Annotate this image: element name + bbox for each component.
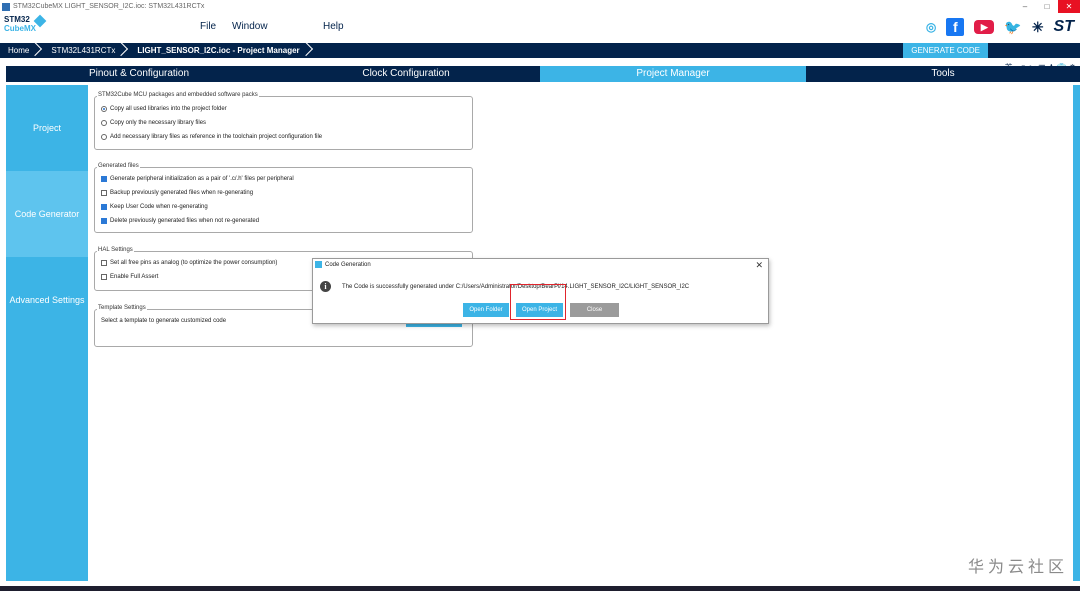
checkbox-backup-files[interactable]: Backup previously generated files when r… (101, 190, 253, 196)
checkbox-keep-user-code[interactable]: Keep User Code when re-generating (101, 204, 208, 210)
twitter-icon[interactable]: 🐦 (1004, 17, 1021, 37)
dialog-app-icon (315, 261, 322, 268)
right-edge-bar (1073, 85, 1080, 581)
packages-group: STM32Cube MCU packages and embedded soft… (94, 92, 473, 150)
close-window-button[interactable]: ✕ (1058, 0, 1080, 13)
open-folder-button[interactable]: Open Folder (463, 303, 509, 317)
main-tabs: Pinout & Configuration Clock Configurati… (6, 66, 1080, 82)
tab-pinout[interactable]: Pinout & Configuration (6, 66, 272, 82)
breadcrumb-project[interactable]: LIGHT_SENSOR_I2C.ioc - Project Manager (123, 43, 307, 58)
tab-project-manager[interactable]: Project Manager (540, 66, 806, 82)
radio-add-reference[interactable]: Add necessary library files as reference… (101, 134, 322, 140)
watermark: 华为云社区 (967, 559, 1068, 576)
anniversary-icon[interactable]: ◎ (926, 17, 936, 37)
generate-code-button[interactable]: GENERATE CODE (903, 43, 988, 58)
sidebar-item-project[interactable]: Project (6, 85, 88, 171)
packages-legend: STM32Cube MCU packages and embedded soft… (97, 92, 259, 98)
template-settings-legend: Template Settings (97, 305, 147, 311)
menu-file[interactable]: File (200, 21, 216, 32)
info-icon: i (320, 281, 331, 292)
social-links: ◎ f ▶ 🐦 ✳ ST (926, 17, 1074, 37)
checkbox-free-pins-analog[interactable]: Set all free pins as analog (to optimize… (101, 260, 277, 266)
radio-copy-necessary[interactable]: Copy only the necessary library files (101, 120, 206, 126)
youtube-icon[interactable]: ▶ (974, 20, 995, 34)
checkbox-generate-peripheral[interactable]: Generate peripheral initialization as a … (101, 176, 294, 182)
hal-settings-legend: HAL Settings (97, 247, 134, 253)
menu-bar: STM32 CubeMX File Window Help ◎ f ▶ 🐦 ✳ … (0, 13, 1080, 43)
window-controls: – □ ✕ (1014, 0, 1080, 13)
menu-window[interactable]: Window (232, 21, 268, 32)
template-description: Select a template to generate customized… (101, 318, 227, 324)
dialog-close-icon[interactable]: ✕ (755, 260, 763, 271)
window-titlebar: STM32CubeMX LIGHT_SENSOR_I2C.ioc: STM32L… (0, 0, 1080, 13)
window-title: STM32CubeMX LIGHT_SENSOR_I2C.ioc: STM32L… (13, 3, 205, 10)
stm32cubemx-logo: STM32 CubeMX (4, 14, 50, 41)
generated-files-legend: Generated files (97, 163, 140, 169)
breadcrumb-home[interactable]: Home (0, 43, 37, 58)
tab-clock[interactable]: Clock Configuration (272, 66, 540, 82)
tab-tools[interactable]: Tools (806, 66, 1080, 82)
menu-help[interactable]: Help (323, 21, 344, 32)
breadcrumb: Home STM32L431RCTx LIGHT_SENSOR_I2C.ioc … (0, 43, 1080, 58)
dialog-titlebar: Code Generation (315, 261, 371, 268)
generated-files-group: Generated files Generate peripheral init… (94, 163, 473, 233)
open-project-highlight-box (510, 284, 566, 320)
breadcrumb-mcu[interactable]: STM32L431RCTx (37, 43, 123, 58)
project-manager-sidebar: Project Code Generator Advanced Settings (6, 85, 88, 581)
maximize-button[interactable]: □ (1036, 0, 1058, 13)
checkbox-full-assert[interactable]: Enable Full Assert (101, 274, 158, 280)
close-dialog-button[interactable]: Close (570, 303, 619, 317)
sidebar-item-advanced-settings[interactable]: Advanced Settings (6, 257, 88, 343)
dialog-title: Code Generation (325, 261, 371, 268)
os-taskbar (0, 586, 1080, 591)
app-icon (2, 2, 10, 11)
radio-copy-all[interactable]: Copy all used libraries into the project… (101, 106, 227, 112)
sidebar-item-code-generator[interactable]: Code Generator (6, 171, 88, 257)
checkbox-delete-generated[interactable]: Delete previously generated files when n… (101, 218, 259, 224)
st-logo-icon[interactable]: ST (1054, 17, 1074, 37)
minimize-button[interactable]: – (1014, 0, 1036, 13)
network-icon[interactable]: ✳ (1032, 17, 1044, 37)
facebook-icon[interactable]: f (946, 18, 965, 36)
